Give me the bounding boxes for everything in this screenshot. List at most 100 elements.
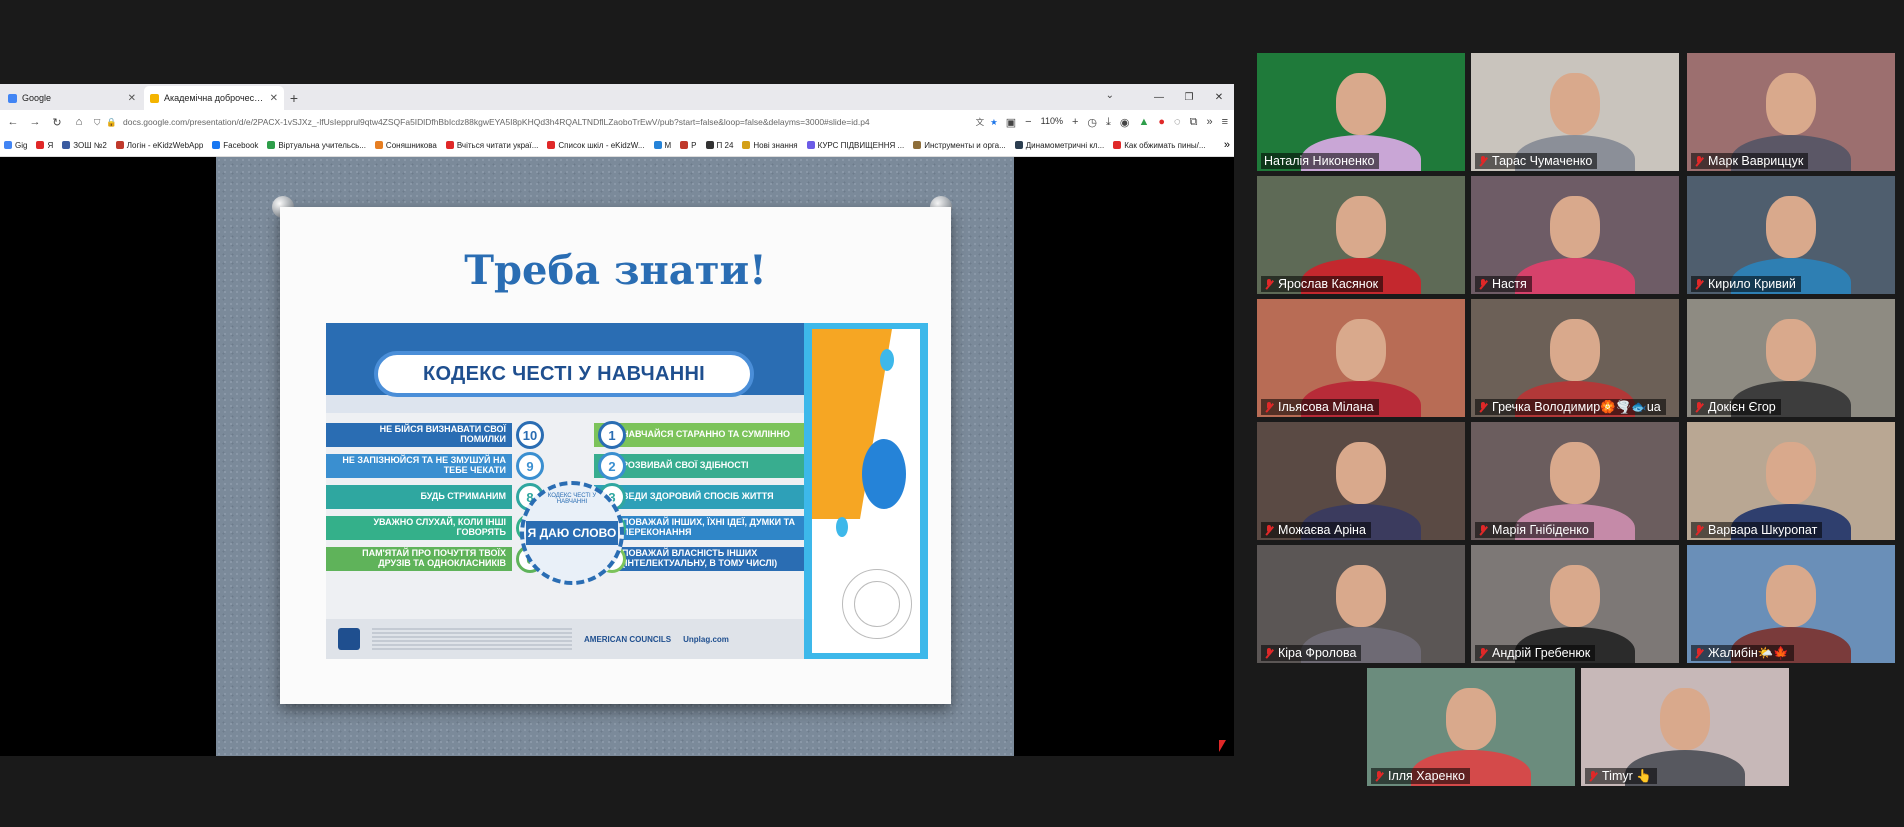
participant-tile[interactable]: Кіра Фролова: [1257, 545, 1465, 663]
extension-icon[interactable]: ◌: [1174, 116, 1181, 129]
bookmark-icon: [547, 141, 556, 149]
bookmark-item[interactable]: Соняшникова: [374, 140, 437, 150]
participant-name-label: Варвара Шкуропат: [1691, 522, 1823, 538]
participant-face: [1550, 565, 1600, 627]
muted-mic-icon: [1374, 770, 1384, 782]
history-icon[interactable]: ◷: [1087, 116, 1097, 129]
poster-band: [326, 395, 804, 413]
participant-tile[interactable]: Варвара Шкуропат: [1687, 422, 1895, 540]
tab-list-icon[interactable]: ⌄: [1106, 90, 1114, 101]
participant-tile[interactable]: Докієн Єгор: [1687, 299, 1895, 417]
tab-google[interactable]: Google ✕: [2, 86, 142, 110]
bookmark-icon: [115, 141, 124, 149]
slide-viewer[interactable]: Треба знати! КОДЕКС ЧЕСТІ У НАВЧАННІ НЕ …: [0, 157, 1234, 756]
close-tab-icon[interactable]: ✕: [270, 93, 278, 104]
bookmark-item[interactable]: P: [680, 141, 697, 150]
bookmark-label: Инструменты и орга...: [924, 140, 1006, 150]
participant-face: [1336, 442, 1386, 504]
bookmark-item[interactable]: Facebook: [212, 141, 258, 150]
extension-icon[interactable]: ▲: [1139, 116, 1150, 129]
google-icon: [8, 93, 17, 103]
tab-presentation[interactable]: Академічна доброчесність - G ✕: [144, 86, 284, 110]
zoom-in-icon[interactable]: +: [1072, 116, 1078, 129]
bookmark-label: Соняшникова: [385, 140, 437, 150]
bookmark-item[interactable]: Динамометричні кл...: [1014, 141, 1104, 150]
seal-text: Я ДАЮ СЛОВО: [526, 521, 618, 545]
translate-icon[interactable]: 文: [976, 116, 985, 128]
bookmark-item[interactable]: Как обжимать пины/...: [1113, 141, 1206, 150]
maximize-icon[interactable]: ❐: [1174, 84, 1204, 110]
new-tab-button[interactable]: +: [284, 86, 304, 110]
navigation-bar: ← → ↻ ⌂ ⛉ 🔒 docs.google.com/presentation…: [0, 110, 1234, 134]
bookmark-star-icon[interactable]: ★: [990, 117, 998, 128]
participant-tile[interactable]: Ільясова Мілана: [1257, 299, 1465, 417]
account-icon[interactable]: ◉: [1120, 116, 1130, 129]
participant-tile[interactable]: Ілля Харенко: [1367, 668, 1575, 786]
participant-face: [1660, 688, 1710, 750]
downloads-icon[interactable]: ⤓: [1106, 116, 1111, 129]
participant-name-label: Докієн Єгор: [1691, 399, 1781, 415]
participant-tile[interactable]: Гречка Володимир🏵️🌪️🐟ua: [1471, 299, 1679, 417]
participant-tile[interactable]: Ярослав Касянок: [1257, 176, 1465, 294]
bookmark-item[interactable]: M: [653, 141, 671, 150]
cursor-icon: [1219, 740, 1226, 752]
bookmark-item[interactable]: П 24: [705, 141, 733, 150]
zoom-level[interactable]: 110%: [1041, 116, 1063, 129]
rule-number: 2: [598, 452, 626, 480]
bookmark-item[interactable]: Вчіться читати украї...: [445, 141, 538, 150]
bookmark-item[interactable]: Логін - eKidzWebApp: [115, 141, 203, 150]
participant-name-label: Марк Вавриццук: [1691, 153, 1809, 169]
bookmark-icon: [36, 141, 45, 149]
minimize-icon[interactable]: —: [1144, 84, 1174, 110]
participant-name: Андрій Гребенюк: [1492, 646, 1591, 660]
more-bookmarks-icon[interactable]: »: [1224, 139, 1230, 151]
bookmark-icon: [913, 141, 922, 149]
bookmark-item[interactable]: ЗОШ №2: [62, 141, 107, 150]
close-window-icon[interactable]: ✕: [1204, 84, 1234, 110]
participant-tile[interactable]: Жалибін🌤️🍁: [1687, 545, 1895, 663]
participant-name: Варвара Шкуропат: [1708, 523, 1818, 537]
participant-tile[interactable]: Кирило Кривий: [1687, 176, 1895, 294]
poster-footer: AMERICAN COUNCILS Unplag.com: [326, 619, 804, 659]
close-tab-icon[interactable]: ✕: [128, 93, 136, 104]
shared-screen[interactable]: Google ✕ Академічна доброчесність - G ✕ …: [0, 84, 1234, 756]
zoom-out-icon[interactable]: −: [1025, 116, 1031, 129]
screenshot-icon[interactable]: ▣: [1006, 116, 1016, 129]
back-icon[interactable]: ←: [6, 116, 20, 128]
bookmark-item[interactable]: Список шкіл - eKidzW...: [547, 141, 645, 150]
participant-name-label: Кіра Фролова: [1261, 645, 1362, 661]
bookmark-item[interactable]: Gig: [4, 141, 27, 150]
bookmark-item[interactable]: Віртуальна учительсь...: [267, 141, 366, 150]
participant-face: [1446, 688, 1496, 750]
participant-tile[interactable]: Наталія Никоненко: [1257, 53, 1465, 171]
participant-tile[interactable]: Timyr 👆: [1581, 668, 1789, 786]
participant-tile[interactable]: Тарас Чумаченко: [1471, 53, 1679, 171]
slide-paper: Треба знати! КОДЕКС ЧЕСТІ У НАВЧАННІ НЕ …: [280, 207, 951, 704]
participant-tile[interactable]: Можаєва Аріна: [1257, 422, 1465, 540]
home-icon[interactable]: ⌂: [72, 116, 86, 128]
participant-tile[interactable]: Марія Гнібіденко: [1471, 422, 1679, 540]
participant-name-label: Ярослав Касянок: [1261, 276, 1384, 292]
participant-name: Гречка Володимир🏵️🌪️🐟ua: [1492, 399, 1661, 414]
reload-icon[interactable]: ↻: [50, 116, 64, 129]
address-bar[interactable]: ⛉ 🔒 docs.google.com/presentation/d/e/2PA…: [94, 113, 998, 131]
footer-fineprint: [372, 628, 572, 650]
muted-mic-icon: [1478, 524, 1488, 536]
bookmark-item[interactable]: Инструменты и орга...: [913, 141, 1006, 150]
muted-mic-icon: [1264, 401, 1274, 413]
bookmark-item[interactable]: Я: [36, 141, 53, 150]
footer-logo-american-councils: AMERICAN COUNCILS: [584, 634, 672, 644]
participant-tile[interactable]: Марк Вавриццук: [1687, 53, 1895, 171]
participant-tile[interactable]: Настя: [1471, 176, 1679, 294]
adblock-icon[interactable]: ●: [1158, 116, 1165, 129]
forward-icon[interactable]: →: [28, 116, 42, 128]
more-tools-icon[interactable]: »: [1206, 116, 1212, 129]
bookmark-item[interactable]: Нові знання: [742, 141, 798, 150]
ministry-logo-icon: [338, 628, 360, 650]
bookmark-item[interactable]: КУРС ПІДВИЩЕННЯ ...: [806, 141, 904, 150]
participant-tile[interactable]: Андрій Гребенюк: [1471, 545, 1679, 663]
extensions-icon[interactable]: ⧉: [1190, 116, 1198, 129]
participant-face: [1766, 319, 1816, 381]
menu-icon[interactable]: ≡: [1222, 116, 1228, 129]
participant-face: [1766, 73, 1816, 135]
